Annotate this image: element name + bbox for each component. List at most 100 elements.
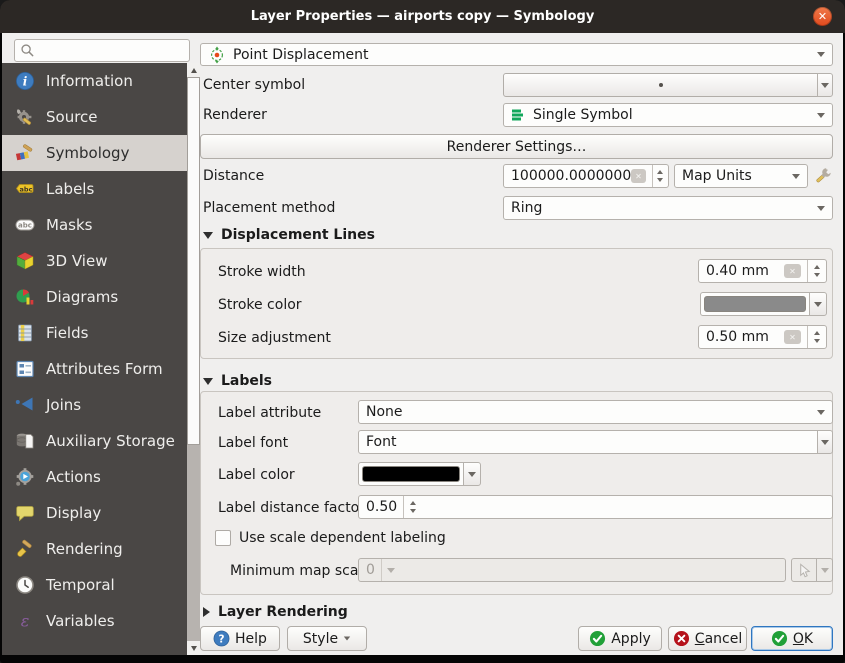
sidebar-item-actions[interactable]: Actions bbox=[2, 459, 187, 495]
stroke-color-button[interactable] bbox=[700, 292, 810, 316]
storage-icon bbox=[15, 431, 35, 451]
chevron-down-icon bbox=[817, 410, 825, 415]
chevron-down-icon bbox=[814, 302, 822, 307]
labels-group-title: Labels bbox=[221, 373, 272, 389]
stroke-width-value: 0.40 mm bbox=[706, 263, 769, 279]
label-color-dropdown-button[interactable] bbox=[463, 462, 481, 486]
renderer-settings-button[interactable]: Renderer Settings… bbox=[200, 134, 833, 159]
layer-properties-dialog: Layer Properties — airports copy — Symbo… bbox=[0, 0, 845, 663]
help-label: Help bbox=[235, 631, 267, 647]
stroke-color-swatch bbox=[704, 296, 806, 312]
label-color-swatch bbox=[362, 466, 460, 482]
distance-unit-select[interactable]: Map Units bbox=[674, 164, 808, 188]
temporal-icon bbox=[15, 575, 35, 595]
apply-check-icon bbox=[589, 630, 606, 647]
scroll-up-arrow[interactable] bbox=[187, 63, 200, 77]
search-icon bbox=[20, 43, 35, 58]
info-icon: i bbox=[15, 71, 35, 91]
style-button[interactable]: Style bbox=[287, 626, 367, 651]
sidebar-item-diagrams[interactable]: Diagrams bbox=[2, 279, 187, 315]
renderer-select[interactable]: Single Symbol bbox=[503, 103, 833, 127]
scrollbar-thumb[interactable] bbox=[187, 77, 200, 445]
label-distance-factor-value: 0.50 bbox=[366, 499, 397, 515]
ok-button[interactable]: OK bbox=[751, 626, 833, 651]
clear-icon[interactable]: ✕ bbox=[784, 330, 801, 344]
collapse-triangle-icon bbox=[203, 232, 213, 239]
sidebar-item-joins[interactable]: Joins bbox=[2, 387, 187, 423]
layer-rendering-title: Layer Rendering bbox=[218, 604, 348, 620]
displacement-lines-title: Displacement Lines bbox=[221, 227, 375, 243]
sidebar-item-3d-view[interactable]: 3D View bbox=[2, 243, 187, 279]
cancel-button[interactable]: Cancel bbox=[668, 626, 747, 651]
sidebar-item-label: Source bbox=[46, 108, 98, 126]
label-attribute-select[interactable]: None bbox=[358, 400, 833, 424]
spin-buttons[interactable] bbox=[403, 496, 422, 518]
cancel-label: Cancel bbox=[695, 631, 742, 647]
search-input[interactable] bbox=[14, 39, 190, 62]
sidebar-list: iInformation Source SymbologyabcLabelsabcM… bbox=[2, 63, 187, 655]
sidebar-item-labels[interactable]: abcLabels bbox=[2, 171, 187, 207]
chevron-down-icon bbox=[821, 568, 829, 573]
chevron-down-icon bbox=[821, 440, 829, 445]
symbology-type-value: Point Displacement bbox=[233, 47, 368, 63]
chevron-down-icon bbox=[792, 174, 800, 179]
sidebar-item-rendering[interactable]: Rendering bbox=[2, 531, 187, 567]
apply-button[interactable]: Apply bbox=[578, 626, 662, 651]
close-button[interactable]: ✕ bbox=[813, 7, 832, 26]
scale-dependent-label: Use scale dependent labeling bbox=[239, 530, 446, 546]
sidebar-item-label: Actions bbox=[46, 468, 101, 486]
stroke-color-label: Stroke color bbox=[218, 297, 302, 313]
label-distance-factor-spinbox[interactable]: 0.50 bbox=[358, 495, 833, 519]
spin-buttons[interactable] bbox=[652, 165, 668, 187]
layer-rendering-group-header[interactable]: Layer Rendering bbox=[203, 604, 348, 620]
clear-icon[interactable]: ✕ bbox=[784, 264, 801, 278]
sidebar-scrollbar[interactable] bbox=[187, 63, 200, 655]
sidebar-item-display[interactable]: Display bbox=[2, 495, 187, 531]
sidebar-item-label: Diagrams bbox=[46, 288, 118, 306]
sidebar-item-variables[interactable]: εVariables bbox=[2, 603, 187, 639]
ok-check-icon bbox=[771, 630, 788, 647]
sidebar-item-attributes-form[interactable]: Attributes Form bbox=[2, 351, 187, 387]
placement-method-value: Ring bbox=[511, 200, 542, 216]
help-button[interactable]: ? Help bbox=[200, 626, 280, 651]
stroke-color-dropdown-button[interactable] bbox=[809, 292, 827, 316]
titlebar[interactable]: Layer Properties — airports copy — Symbo… bbox=[0, 0, 845, 33]
center-symbol-dropdown-button[interactable] bbox=[817, 73, 833, 97]
center-symbol-button[interactable] bbox=[503, 73, 818, 97]
size-adjustment-value: 0.50 mm bbox=[706, 329, 769, 345]
label-attribute-value: None bbox=[366, 404, 403, 420]
scale-dependent-checkbox[interactable] bbox=[215, 530, 231, 546]
expand-triangle-icon bbox=[203, 607, 210, 617]
spin-buttons[interactable] bbox=[807, 326, 826, 348]
sidebar-item-information[interactable]: iInformation bbox=[2, 63, 187, 99]
sidebar-item-auxiliary-storage[interactable]: Auxiliary Storage bbox=[2, 423, 187, 459]
set-to-canvas-scale-button[interactable] bbox=[791, 558, 817, 582]
label-font-field[interactable]: Font bbox=[358, 430, 818, 454]
chevron-down-icon bbox=[821, 83, 829, 88]
sidebar-item-temporal[interactable]: Temporal bbox=[2, 567, 187, 603]
symbology-type-select[interactable]: Point Displacement bbox=[200, 43, 833, 66]
sidebar-item-fields[interactable]: Fields bbox=[2, 315, 187, 351]
displacement-lines-group-header[interactable]: Displacement Lines bbox=[203, 227, 375, 243]
sidebar-item-symbology[interactable]: Symbology bbox=[2, 135, 187, 171]
help-icon: ? bbox=[213, 630, 230, 647]
spin-buttons[interactable] bbox=[807, 260, 826, 282]
labels-group-header[interactable]: Labels bbox=[203, 373, 272, 389]
canvas-scale-dropdown-button[interactable] bbox=[816, 558, 833, 582]
size-adjustment-spinbox[interactable]: 0.50 mm ✕ bbox=[698, 325, 827, 349]
data-defined-override-button[interactable] bbox=[812, 166, 834, 186]
label-color-button[interactable] bbox=[358, 462, 464, 486]
scroll-down-arrow[interactable] bbox=[187, 641, 200, 655]
sidebar-item-label: Display bbox=[46, 504, 101, 522]
single-symbol-icon bbox=[511, 107, 527, 123]
renderer-value: Single Symbol bbox=[533, 107, 633, 123]
sidebar-item-label: Fields bbox=[46, 324, 88, 342]
placement-method-select[interactable]: Ring bbox=[503, 196, 833, 220]
label-font-dropdown-button[interactable] bbox=[817, 430, 833, 454]
clear-icon[interactable]: ✕ bbox=[631, 169, 645, 183]
minimum-map-scale-select[interactable]: 0 bbox=[358, 558, 786, 582]
distance-spinbox[interactable]: 100000.0000000 ✕ bbox=[503, 164, 669, 188]
stroke-width-spinbox[interactable]: 0.40 mm ✕ bbox=[698, 259, 827, 283]
sidebar-item-source[interactable]: Source bbox=[2, 99, 187, 135]
sidebar-item-masks[interactable]: abcMasks bbox=[2, 207, 187, 243]
